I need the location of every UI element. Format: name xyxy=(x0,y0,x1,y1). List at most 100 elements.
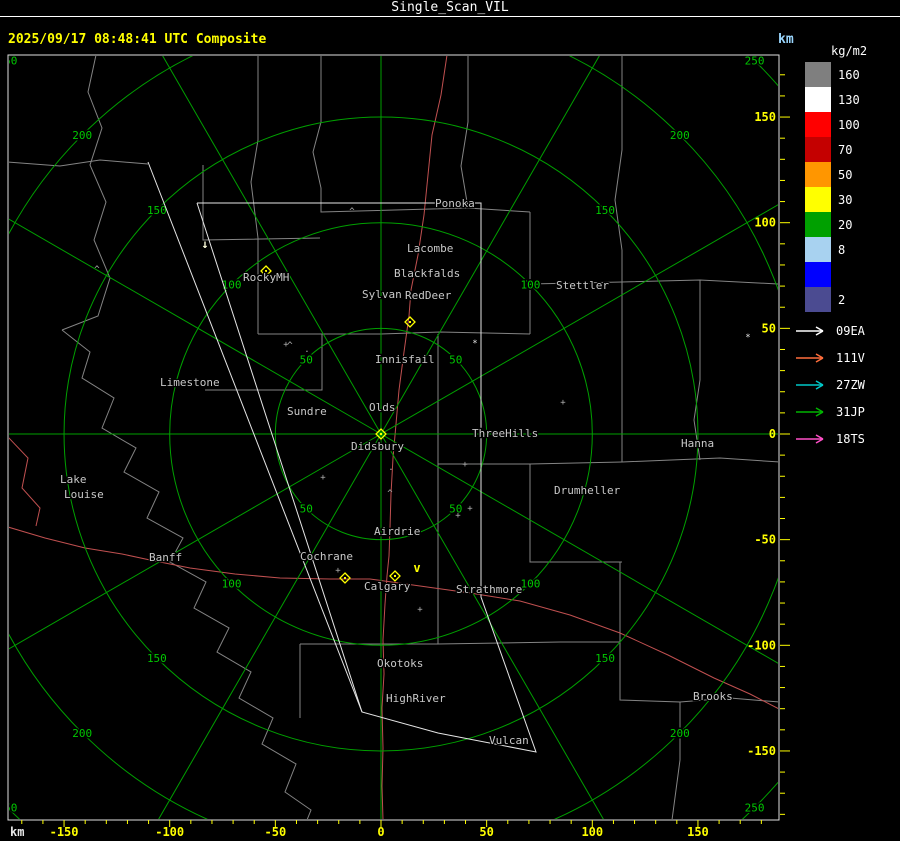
right-axis-label: 0 xyxy=(769,427,776,441)
range-ring-label: 200 xyxy=(72,727,92,740)
map-frame xyxy=(7,54,780,821)
range-ring-label: 150 xyxy=(147,652,167,665)
city-label: Innisfail xyxy=(375,353,435,366)
colorbar-entry: 50 xyxy=(805,162,860,187)
city-label: Limestone xyxy=(160,376,220,389)
range-spoke xyxy=(162,56,382,435)
bottom-axis-label: 0 xyxy=(377,825,384,839)
colorbar-entry xyxy=(805,262,860,287)
town-mark-icon: . xyxy=(304,345,309,355)
range-ring-label: 150 xyxy=(595,652,615,665)
colorbar-swatch xyxy=(805,87,831,112)
county-boundary xyxy=(9,159,149,167)
town-mark-icon: + xyxy=(560,398,566,408)
highway-line xyxy=(9,526,778,710)
colorbar-entry: 2 xyxy=(805,287,860,312)
colorbar-unit: kg/m2 xyxy=(831,44,868,58)
right-axis-label: -150 xyxy=(747,744,776,758)
highway-line xyxy=(9,437,41,527)
city-label: Brooks xyxy=(693,690,733,703)
city-label: HighRiver xyxy=(386,692,446,705)
town-mark-icon: + xyxy=(455,511,461,521)
colorbar-value-label: 160 xyxy=(838,67,860,82)
radar-id-label: 111V xyxy=(836,350,865,365)
town-mark-icon: + xyxy=(417,605,423,615)
right-axis-label: -100 xyxy=(747,638,776,652)
county-boundary xyxy=(437,334,623,465)
coverage-outline xyxy=(147,161,363,713)
town-mark-icon: ^ xyxy=(94,265,100,275)
radar-id-label: 27ZW xyxy=(836,377,865,392)
colorbar-swatch xyxy=(805,237,831,262)
city-label: Calgary xyxy=(364,580,411,593)
radar-site-dot xyxy=(380,433,382,435)
radar-arrow-icon xyxy=(796,352,824,363)
range-ring-label: 250 xyxy=(0,802,17,815)
colorbar-value-label: 8 xyxy=(838,242,846,257)
city-label: Olds xyxy=(369,401,396,414)
colorbar-value-label: 130 xyxy=(838,92,860,107)
colorbar-entry: 130 xyxy=(805,87,860,112)
colorbar-swatch xyxy=(805,112,831,137)
city-label: Stettler xyxy=(556,279,609,292)
colorbar-entry: 20 xyxy=(805,212,860,237)
bottom-axis-label: -100 xyxy=(155,825,184,839)
town-mark-icon: ^ xyxy=(349,207,355,217)
map-svg: 50 50 50 50 100 100 100 100 150 150 150 150 200 200 20… xyxy=(0,54,790,839)
radar-legend-entry: 31JP xyxy=(795,398,865,425)
colorbar-value-label: 2 xyxy=(838,292,846,307)
city-label: Lake xyxy=(60,473,87,486)
right-axis-label: 50 xyxy=(762,321,776,335)
range-ring-label: 200 xyxy=(72,129,92,142)
colorbar-value-label: 50 xyxy=(838,167,853,182)
city-label: ThreeHills xyxy=(472,427,538,440)
city-label: Sundre xyxy=(287,405,327,418)
radar-site-dot xyxy=(409,321,411,323)
county-boundary xyxy=(312,56,469,213)
map-layers: 50 50 50 50 100 100 100 100 150 150 150 150 200 200 20… xyxy=(0,54,778,819)
range-ring-label: 100 xyxy=(222,577,242,590)
city-label: Blackfalds xyxy=(394,267,460,280)
bottom-axis-label: 50 xyxy=(479,825,493,839)
county-boundary xyxy=(693,280,701,461)
county-boundary xyxy=(621,457,778,463)
range-ring-label: 200 xyxy=(670,129,690,142)
range-ring-label: 150 xyxy=(595,204,615,217)
radar-arrow-icon xyxy=(796,379,824,390)
range-spoke xyxy=(9,218,382,435)
town-mark-icon: ^ xyxy=(387,489,393,499)
county-boundary xyxy=(460,56,531,213)
radar-site-dot xyxy=(344,577,346,579)
colorbar-entry: 100 xyxy=(805,112,860,137)
city-label: Okotoks xyxy=(377,657,423,670)
colorbar-value-label: 70 xyxy=(838,142,853,157)
range-spoke xyxy=(380,433,778,664)
colorbar-value-label: 20 xyxy=(838,217,853,232)
radar-arrow-icon xyxy=(796,325,824,336)
colorbar: 160 130 100 70 50 30 20 8 2 xyxy=(805,62,860,312)
colorbar-swatch xyxy=(805,262,831,287)
city-label: Cochrane xyxy=(300,550,353,563)
colorbar-entry: 8 xyxy=(805,237,860,262)
motion-arrow-icon: v xyxy=(413,561,420,575)
city-label: Hanna xyxy=(681,437,714,450)
town-mark-icon: * xyxy=(472,339,477,349)
bottom-axis-unit: km xyxy=(10,825,24,839)
motion-arrow-icon: ↓ xyxy=(201,237,208,251)
city-label: Sylvan xyxy=(362,288,402,301)
colorbar-swatch xyxy=(805,187,831,212)
right-axis-label: 100 xyxy=(754,216,776,230)
radar-legend: 09EA 111V 27ZW 31JP 18TS xyxy=(795,317,865,452)
range-ring-label: 100 xyxy=(520,279,540,292)
city-label: Ponoka xyxy=(435,197,475,210)
radar-site-dot xyxy=(394,575,396,577)
county-boundary xyxy=(61,56,111,331)
colorbar-swatch xyxy=(805,137,831,162)
range-ring-label: 250 xyxy=(0,54,17,67)
radar-id-label: 18TS xyxy=(836,431,865,446)
range-ring-label: 200 xyxy=(670,727,690,740)
colorbar-value-label: 100 xyxy=(838,117,860,132)
city-label: Strathmore xyxy=(456,583,522,596)
colorbar-value-label: 30 xyxy=(838,192,853,207)
city-label: Airdrie xyxy=(374,525,420,538)
